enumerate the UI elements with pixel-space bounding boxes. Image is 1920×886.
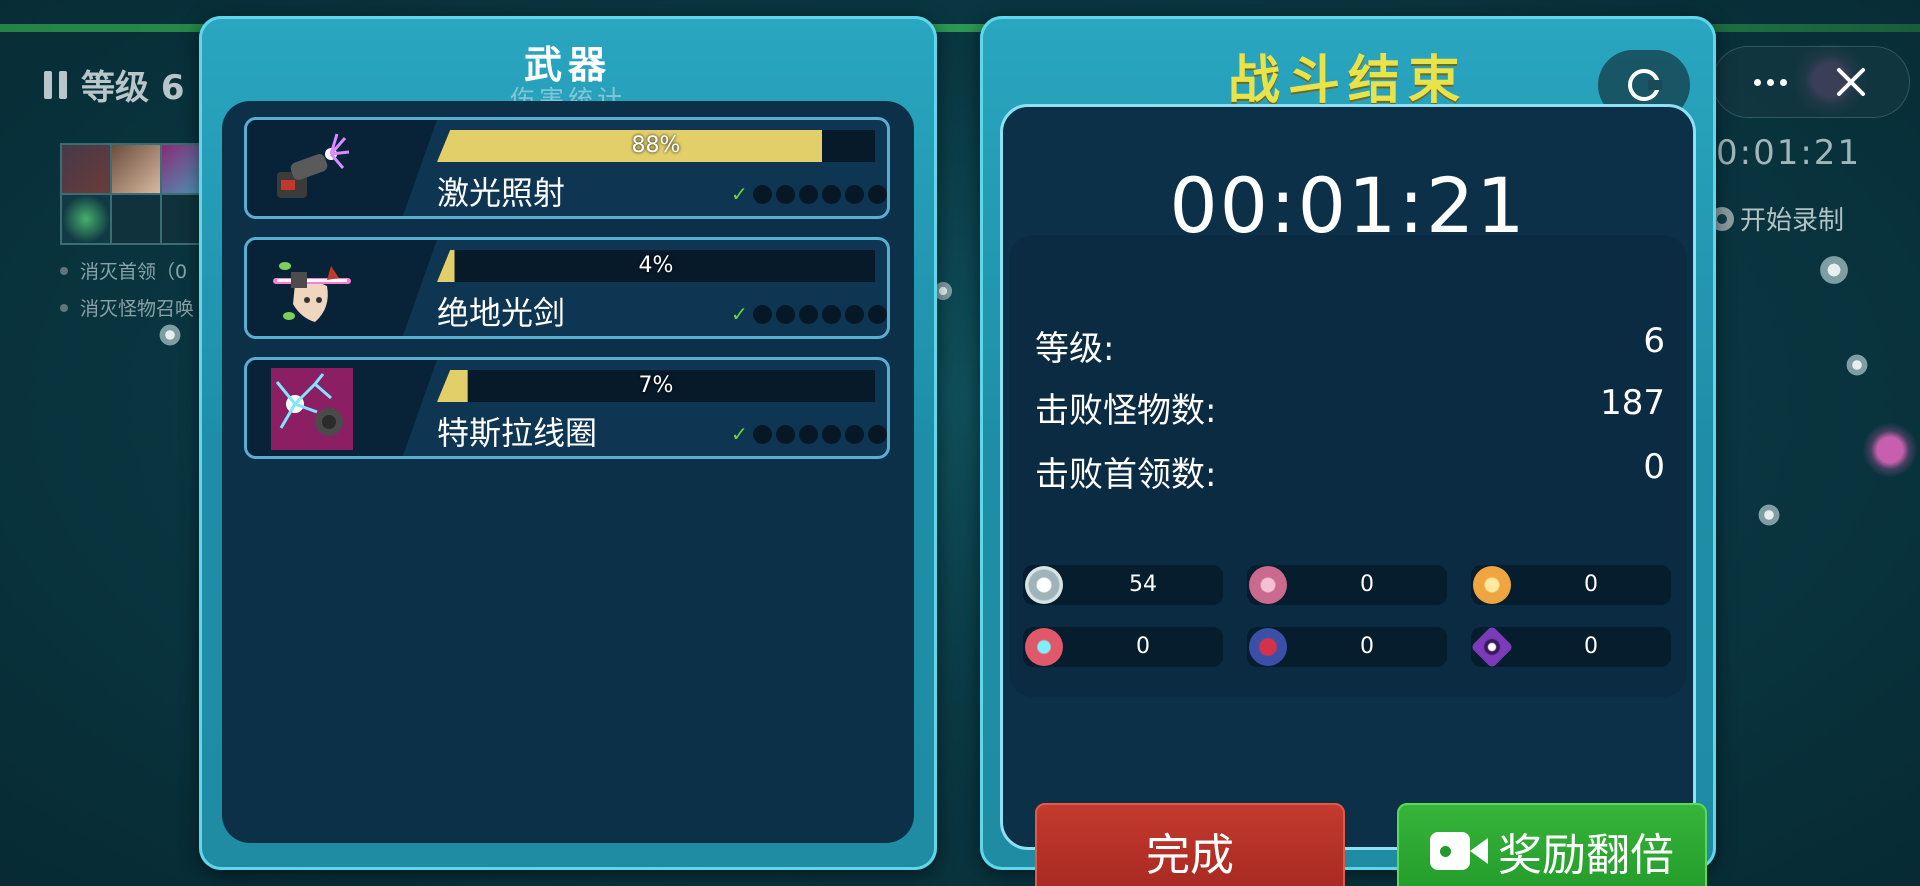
cell-decoration — [155, 320, 185, 350]
weapons-panel: 武器 伤害统计 88% 激光照射 ✓ 4% 绝地光剑 ✓ 7% 特斯拉线圈 ✓ — [199, 16, 937, 870]
purple-diamond-icon — [1470, 625, 1514, 669]
weapon-name: 绝地光剑 — [437, 294, 566, 332]
weapon-row: 4% 绝地光剑 ✓ — [244, 237, 890, 339]
loot-item: 0 — [1247, 565, 1447, 605]
loot-item: 0 — [1023, 627, 1223, 667]
bullet-icon — [60, 303, 68, 312]
double-reward-label: 奖励翻倍 — [1498, 830, 1674, 881]
stat-row: 等级: 6 — [1035, 321, 1665, 370]
weapon-slot — [111, 144, 161, 194]
laser-turret-icon — [277, 133, 350, 198]
damage-percent: 7% — [638, 373, 674, 398]
double-reward-button[interactable]: 奖励翻倍 — [1397, 803, 1707, 886]
weapon-level-dots: ✓ — [731, 182, 887, 206]
hud-level: 等级 6 — [44, 60, 185, 109]
record-button[interactable]: 开始录制 — [1710, 200, 1844, 237]
loot-count: 0 — [1584, 634, 1598, 659]
weapon-name: 特斯拉线圈 — [437, 414, 598, 452]
weapon-thumb — [247, 240, 437, 336]
pacman-icon — [1628, 69, 1662, 101]
weapons-list: 88% 激光照射 ✓ 4% 绝地光剑 ✓ 7% 特斯拉线圈 ✓ — [222, 101, 914, 843]
more-icon[interactable] — [1754, 78, 1788, 86]
white-cell-icon — [1025, 566, 1063, 604]
video-icon — [1430, 830, 1488, 872]
result-content: 00:01:21 等级: 6 击败怪物数: 187 击败首领数: 0 54 0 … — [1000, 104, 1707, 886]
stat-label: 击败怪物数: — [1035, 391, 1217, 431]
loot-item: 0 — [1470, 625, 1671, 669]
loot-item: 0 — [1471, 565, 1671, 605]
cell-decoration — [1754, 500, 1784, 530]
weapon-row: 7% 特斯拉线圈 ✓ — [244, 357, 890, 459]
pink-virus-icon — [1249, 566, 1287, 604]
blue-red-orb-icon — [1249, 628, 1287, 666]
stat-label: 等级: — [1035, 329, 1115, 369]
hud-timer: 0:01:21 — [1716, 133, 1862, 173]
close-icon[interactable] — [1834, 65, 1868, 99]
weapon-slot — [111, 194, 161, 244]
bullet-icon — [60, 266, 68, 275]
task-label: 消灭怪物召唤 — [80, 298, 195, 320]
lightsaber-creature-icon — [273, 262, 351, 322]
stat-row: 击败怪物数: 187 — [1035, 383, 1665, 432]
loot-count: 0 — [1360, 634, 1374, 659]
stat-value: 0 — [1643, 447, 1665, 487]
mini-program-capsule — [1712, 46, 1910, 118]
damage-bar: 88% — [437, 130, 875, 162]
loot-count: 0 — [1584, 572, 1598, 597]
stat-label: 击败首领数: — [1035, 455, 1217, 495]
tesla-coil-icon — [271, 368, 353, 450]
loot-count: 0 — [1136, 634, 1150, 659]
damage-bar: 4% — [437, 250, 875, 282]
weapon-thumb — [247, 360, 437, 456]
loot-count: 54 — [1129, 572, 1157, 597]
done-button[interactable]: 完成 — [1035, 803, 1345, 886]
task-item: 消灭怪物召唤 — [60, 294, 194, 321]
weapon-name: 激光照射 — [437, 174, 566, 212]
damage-bar: 7% — [437, 370, 875, 402]
stat-value: 187 — [1600, 383, 1665, 423]
task-label: 消灭首领（0 — [80, 261, 188, 283]
damage-percent: 4% — [638, 253, 674, 278]
pause-icon[interactable] — [44, 70, 67, 99]
check-icon: ✓ — [731, 422, 748, 446]
check-icon: ✓ — [731, 302, 748, 326]
stat-row: 击败首领数: 0 — [1035, 447, 1665, 496]
weapon-level-dots: ✓ — [731, 302, 887, 326]
check-icon: ✓ — [731, 182, 748, 206]
germ-decoration — [1860, 420, 1920, 480]
damage-percent: 88% — [631, 133, 681, 158]
weapon-thumb — [247, 120, 437, 216]
task-item: 消灭首领（0 — [60, 257, 187, 284]
loot-count: 0 — [1360, 572, 1374, 597]
weapon-row: 88% 激光照射 ✓ — [244, 117, 890, 219]
record-label: 开始录制 — [1740, 206, 1845, 236]
hud-level-label: 等级 6 — [81, 68, 185, 108]
loot-item: 54 — [1023, 565, 1223, 605]
result-panel: 战斗结束 00:01:21 等级: 6 击败怪物数: 187 击败首领数: 0 … — [980, 16, 1716, 886]
loot-item: 0 — [1247, 627, 1447, 667]
stat-value: 6 — [1643, 321, 1665, 361]
done-label: 完成 — [1146, 830, 1234, 881]
cell-decoration — [1842, 350, 1872, 380]
cell-decoration — [1814, 250, 1854, 290]
orange-spore-icon — [1473, 566, 1511, 604]
stats-box: 等级: 6 击败怪物数: 187 击败首领数: 0 54 0 0 0 0 0 — [1009, 235, 1687, 697]
weapon-slot — [61, 194, 111, 244]
red-cell-icon — [1025, 628, 1063, 666]
weapon-slot — [61, 144, 111, 194]
weapon-level-dots: ✓ — [731, 422, 887, 446]
